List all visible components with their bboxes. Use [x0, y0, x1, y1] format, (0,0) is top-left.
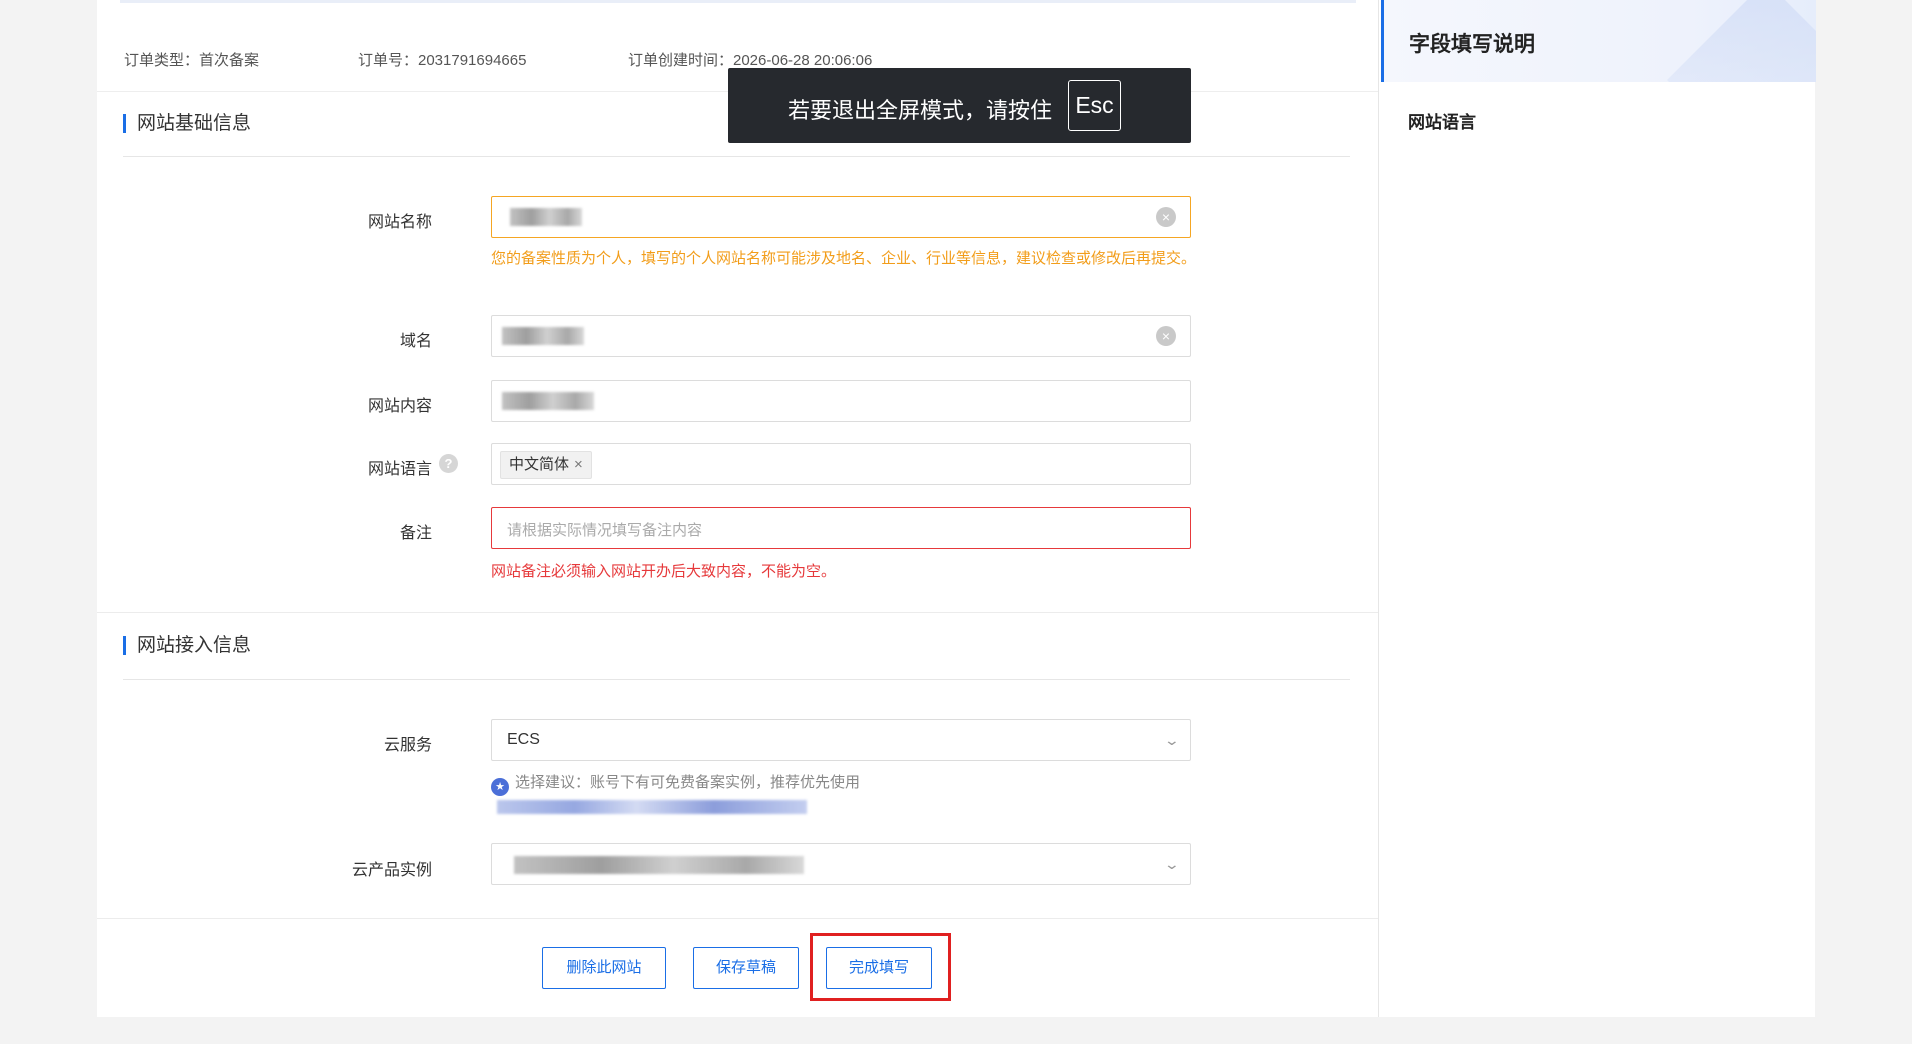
cloud-service-value: ECS: [507, 731, 540, 748]
remark-placeholder: 请根据实际情况填写备注内容: [507, 522, 703, 539]
remark-label: 备注: [399, 525, 432, 542]
clear-icon[interactable]: ×: [1156, 207, 1176, 227]
cloud-service-tip: ★ 选择建议：账号下有可免费备案实例，推荐优先使用: [491, 771, 860, 796]
content-redacted-value: [502, 392, 594, 410]
domain-redacted-value: [502, 327, 584, 345]
section-band-divider: [97, 612, 1378, 613]
section-divider: [123, 156, 1350, 157]
delete-site-button[interactable]: 删除此网站: [542, 947, 666, 989]
site-name-label: 网站名称: [367, 214, 432, 231]
cloud-instance-label: 云产品实例: [351, 862, 432, 879]
side-panel-header: 字段填写说明: [1381, 0, 1816, 82]
help-icon[interactable]: ?: [439, 454, 458, 473]
section-title-basic: 网站基础信息: [123, 114, 251, 133]
side-panel-item: 网站语言: [1408, 113, 1476, 132]
order-type: 订单类型：首次备案: [124, 52, 260, 69]
section-divider: [123, 679, 1350, 680]
section-title-access: 网站接入信息: [123, 636, 251, 655]
site-name-redacted-value: [510, 208, 582, 226]
remark-input[interactable]: 请根据实际情况填写备注内容: [491, 507, 1191, 549]
order-number: 订单号：2031791694665: [358, 52, 527, 69]
order-created-time: 订单创建时间：2026-06-28 20:06:06: [628, 52, 873, 69]
fullscreen-toast-message: 若要退出全屏模式，请按住: [788, 98, 1053, 123]
cloud-instance-select[interactable]: ⌄: [491, 843, 1191, 885]
fullscreen-toast: 若要退出全屏模式，请按住 Esc: [728, 68, 1191, 143]
field-help-panel: 字段填写说明 网站语言: [1378, 0, 1816, 1017]
close-icon[interactable]: ×: [574, 456, 583, 473]
domain-input[interactable]: ×: [491, 315, 1191, 357]
side-panel-title: 字段填写说明: [1409, 33, 1535, 56]
footer-divider: [97, 918, 1378, 919]
cloud-service-label: 云服务: [383, 737, 432, 754]
esc-key-badge: Esc: [1068, 80, 1121, 131]
cloud-service-tip-text: 选择建议：账号下有可免费备案实例，推荐优先使用: [515, 774, 861, 791]
site-name-input[interactable]: ×: [491, 196, 1191, 238]
content-label: 网站内容: [367, 398, 432, 415]
language-label: 网站语言: [367, 461, 432, 478]
domain-label: 域名: [399, 333, 432, 350]
chevron-down-icon: ⌄: [1163, 732, 1181, 748]
language-tag-label: 中文简体: [509, 456, 570, 473]
cloud-instance-redacted-value: [514, 856, 804, 874]
header-decoration: [1667, 0, 1816, 82]
content-input[interactable]: [491, 380, 1191, 422]
save-draft-button[interactable]: 保存草稿: [693, 947, 799, 989]
language-select[interactable]: 中文简体 ×: [491, 443, 1191, 485]
site-name-warning: 您的备案性质为个人，填写的个人网站名称可能涉及地名、企业、行业等信息，建议检查或…: [491, 250, 1197, 267]
chevron-down-icon: ⌄: [1163, 856, 1181, 872]
cloud-service-select[interactable]: ECS ⌄: [491, 719, 1191, 761]
recommend-icon: ★: [491, 778, 509, 796]
free-instance-link[interactable]: [497, 800, 807, 814]
form-card: 订单类型：首次备案 订单号：2031791694665 订单创建时间：2026-…: [97, 0, 1378, 1017]
highlight-annotation-box: [810, 933, 951, 1001]
language-tag: 中文简体 ×: [500, 451, 592, 479]
remark-error: 网站备注必须输入网站开办后大致内容，不能为空。: [491, 563, 837, 580]
clear-icon[interactable]: ×: [1156, 326, 1176, 346]
